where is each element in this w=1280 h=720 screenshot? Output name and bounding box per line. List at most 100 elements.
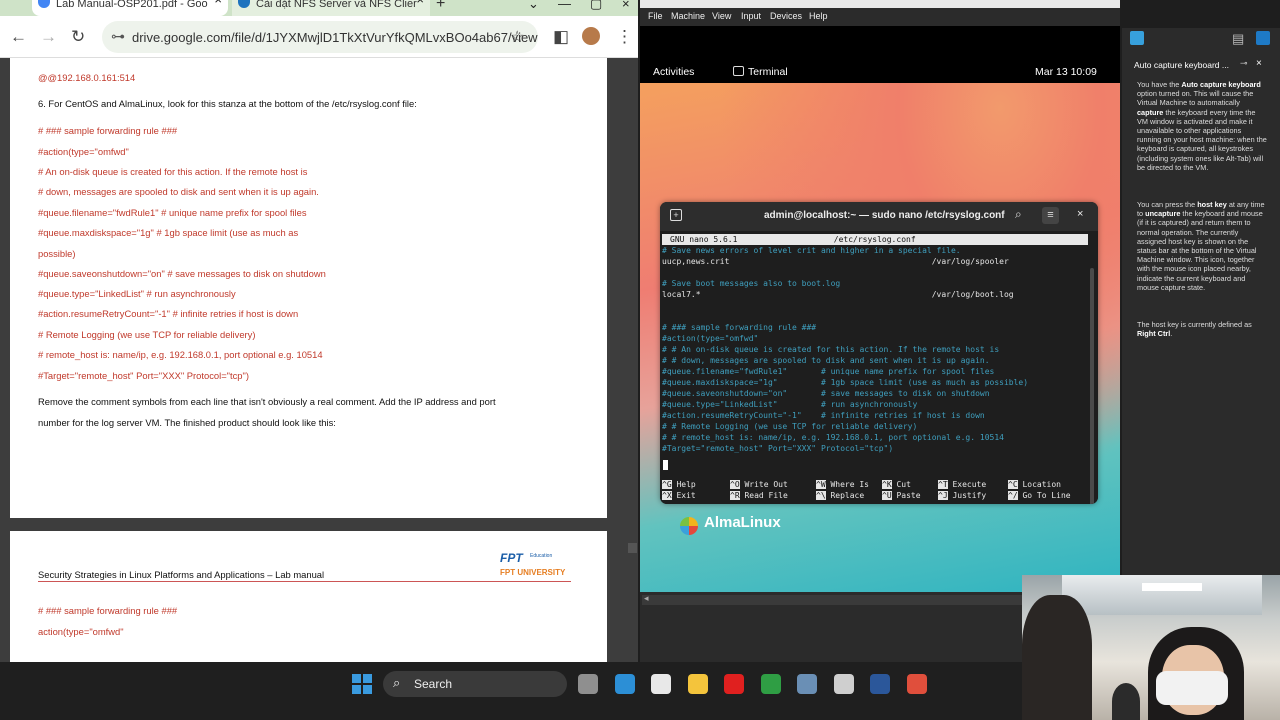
pdf-line: 6. For CentOS and AlmaLinux, look for th… — [38, 98, 417, 109]
maximize-button[interactable]: ▢ — [590, 0, 602, 12]
almalinux-wordmark: AlmaLinux — [704, 514, 781, 531]
person — [1112, 683, 1140, 720]
tab-nfs[interactable]: Cài đặt NFS Server và NFS Clier × — [232, 0, 430, 16]
shortcut-key: ^X — [662, 491, 672, 500]
url-text[interactable]: drive.google.com/file/d/1JYXMwjlD1TkXtVu… — [132, 30, 538, 45]
list-icon[interactable]: ▤ — [1232, 31, 1244, 47]
ceiling — [1062, 575, 1262, 615]
side-panel-icon[interactable]: ◧ — [553, 27, 569, 47]
search-label: Search — [414, 677, 453, 691]
menu-view[interactable]: View — [712, 11, 731, 21]
pdf-line: #queue.type="LinkedList" # run asynchron… — [38, 288, 236, 299]
hamburger-menu-icon[interactable]: ≡ — [1042, 207, 1059, 224]
activities-button[interactable]: Activities — [653, 66, 694, 78]
terminal-scrollbar[interactable] — [1090, 268, 1094, 504]
address-bar[interactable]: ⊶ drive.google.com/file/d/1JYXMwjlD1TkXt… — [102, 21, 538, 53]
site-info-icon[interactable]: ⊶ — [111, 28, 125, 45]
chrome-window: Lab Manual-OSP201.pdf - Goo × Cài đặt NF… — [0, 0, 638, 662]
drive-icon — [38, 0, 50, 8]
nano-shortcut-where-is: ^W Where Is — [816, 480, 869, 489]
chrome-icon[interactable] — [760, 674, 781, 694]
search-icon[interactable]: ⌕ — [1015, 207, 1022, 222]
pdf-page: @@192.168.0.161:514 6. For CentOS and Al… — [10, 58, 607, 518]
person — [1022, 595, 1092, 720]
dont-show-icon[interactable]: ⊸ — [1240, 58, 1248, 69]
terminal-window[interactable]: + admin@localhost:~ — sudo nano /etc/rsy… — [660, 202, 1098, 504]
profile-avatar[interactable] — [582, 27, 600, 45]
menu-devices[interactable]: Devices — [770, 11, 802, 21]
back-icon[interactable]: ← — [10, 27, 27, 47]
nano-line: # Save boot messages also to boot.log — [662, 279, 841, 288]
new-tab-icon[interactable]: + — [670, 209, 682, 221]
bookmark-star-icon[interactable]: ☆ — [510, 27, 524, 47]
vm-icon[interactable] — [1256, 31, 1270, 45]
notification-paragraph: You can press the host key at any time t… — [1137, 200, 1265, 292]
notification-paragraph: You have the Auto capture keyboard optio… — [1137, 80, 1267, 172]
shortcut-key: ^G — [662, 480, 672, 489]
almalinux-icon — [680, 517, 698, 535]
menu-icon[interactable]: ⋮ — [616, 27, 633, 47]
nano-shortcut-execute: ^T Execute — [938, 480, 987, 489]
pdf-scrollbar[interactable] — [628, 543, 637, 553]
menu-input[interactable]: Input — [741, 11, 761, 21]
terminal-headerbar: + admin@localhost:~ — sudo nano /etc/rsy… — [660, 202, 1098, 231]
nano-shortcut-read-file: ^R Read File — [730, 491, 788, 500]
tab-search-icon[interactable]: ⌄ — [528, 0, 539, 12]
obs-icon[interactable] — [833, 674, 854, 694]
clock[interactable]: Mar 13 10:09 — [1035, 66, 1097, 78]
opera-icon[interactable] — [724, 674, 744, 694]
nano-line: local7.* /var/log/boot.log — [662, 290, 1014, 299]
app-menu-terminal[interactable]: Terminal — [748, 66, 788, 78]
page-header: Security Strategies in Linux Platforms a… — [38, 569, 325, 580]
nano-line: # # Remote Logging (we use TCP for relia… — [662, 422, 918, 431]
fpt-logo: FPT Education FPT UNIVERSITY — [500, 551, 572, 579]
fpt-edu: Education — [530, 553, 553, 559]
shortcut-key: ^R — [730, 491, 740, 500]
store-icon[interactable] — [651, 674, 671, 694]
browser-toolbar: ← → ↻ ⊶ drive.google.com/file/d/1JYXMwjl… — [0, 16, 638, 58]
webcam-overlay — [1022, 575, 1280, 720]
folder-icon[interactable] — [687, 674, 708, 694]
shortcut-key: ^W — [816, 480, 826, 489]
close-icon[interactable]: × — [214, 0, 222, 6]
word-icon[interactable] — [870, 674, 890, 694]
windows-start-icon[interactable] — [352, 674, 372, 694]
pdf-line: Remove the comment symbols from each lin… — [38, 396, 496, 407]
snipping-icon[interactable] — [906, 674, 927, 694]
pdf-line: #action(type="omfwd" — [38, 146, 129, 157]
shortcut-key: ^T — [938, 480, 948, 489]
header-rule — [38, 581, 571, 582]
scroll-left-icon[interactable]: ◂ — [644, 593, 649, 604]
menu-machine[interactable]: Machine — [671, 11, 705, 21]
pdf-line: possible) — [38, 248, 76, 259]
vbox-notification-center: ▤ Auto capture keyboard ... ⊸ × You have… — [1122, 28, 1280, 662]
menu-file[interactable]: File — [648, 11, 663, 21]
nano-line: # ### sample forwarding rule ### — [662, 323, 817, 332]
nano-line: #queue.type="LinkedList" # run asynchron… — [662, 400, 918, 409]
fpt-uni: FPT UNIVERSITY — [500, 568, 566, 577]
nano-shortcut-go-to-line: ^/ Go To Line — [1008, 491, 1071, 500]
edge-icon[interactable] — [614, 674, 635, 694]
forward-icon[interactable]: → — [40, 27, 57, 47]
nano-editor[interactable]: GNU nano 5.6.1 /etc/rsyslog.conf # Save … — [660, 231, 1098, 504]
nano-line: #queue.maxdiskspace="1g" # 1gb space lim… — [662, 378, 1029, 387]
pdf-line: # ### sample forwarding rule ### — [38, 125, 178, 136]
pdf-viewer[interactable]: @@192.168.0.161:514 6. For CentOS and Al… — [0, 58, 638, 662]
pdf-line: # An on-disk queue is created for this a… — [38, 166, 308, 177]
close-icon[interactable]: × — [416, 0, 424, 6]
close-icon[interactable]: × — [1077, 208, 1083, 220]
close-icon[interactable]: × — [1256, 58, 1262, 69]
notification-toolbar: ▤ — [1122, 28, 1280, 54]
notification-icon[interactable] — [1130, 31, 1144, 45]
gnome-topbar: Activities Terminal Mar 13 10:09 — [640, 62, 1120, 83]
reload-icon[interactable]: ↻ — [71, 27, 85, 47]
nano-line: # # An on-disk queue is created for this… — [662, 345, 1000, 354]
virtualbox-icon[interactable] — [797, 674, 817, 694]
file-explorer-icon[interactable] — [578, 674, 598, 694]
close-window-button[interactable]: × — [622, 0, 630, 11]
menu-help[interactable]: Help — [809, 11, 828, 21]
tab-lab-manual[interactable]: Lab Manual-OSP201.pdf - Goo × — [32, 0, 228, 16]
minimize-button[interactable]: — — [558, 0, 571, 11]
new-tab-button[interactable]: + — [436, 0, 445, 13]
taskbar-search[interactable]: ⌕ Search — [383, 671, 567, 697]
